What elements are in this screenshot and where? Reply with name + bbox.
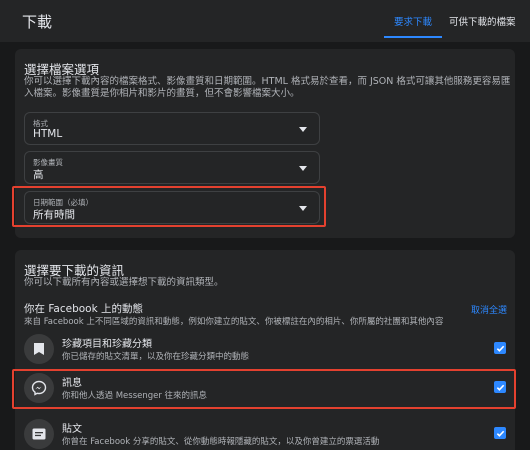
deselect-all-link[interactable]: 取消全選 [471,303,507,316]
list-item-saved-items[interactable]: 珍藏項目和珍藏分類 你已儲存的貼文清單，以及你在珍藏分類中的動態 [15,331,515,369]
info-selection-description: 你可以下載所有內容或選擇想下載的資訊類型。 [24,277,224,288]
date-range-highlight [12,186,326,227]
format-select[interactable]: 格式 HTML [24,112,320,145]
caret-down-icon [299,166,307,171]
top-bar: 下載 要求下載 可供下載的檔案 [0,0,530,42]
saved-items-checkbox[interactable] [494,342,506,354]
bookmark-icon [24,334,54,364]
quality-value: 高 [33,169,44,181]
tab-request-download[interactable]: 要求下載 [384,14,442,28]
messages-row-highlight [12,369,516,409]
list-item-posts[interactable]: 貼文 你曾在 Facebook 分享的貼文、從你動態時報隱藏的貼文，以及你曾建立… [15,416,515,450]
activity-section-description: 來自 Facebook 上不同區域的資訊和動態，例如你建立的貼文、你被標註在內的… [24,317,444,327]
quality-select[interactable]: 影像畫質 高 [24,151,320,184]
format-value: HTML [33,128,63,140]
list-item-title: 貼文 [62,424,82,435]
file-options-description-line-1: 你可以選擇下載內容的檔案格式、影像畫質和日期範圍。HTML 格式易於查看，而 J… [24,76,511,87]
list-item-title: 珍藏項目和珍藏分類 [62,339,152,350]
tab-available-files[interactable]: 可供下載的檔案 [449,14,516,28]
activity-section-title: 你在 Facebook 上的動態 [24,303,144,315]
info-selection-card: 選擇要下載的資訊 你可以下載所有內容或選擇想下載的資訊類型。 你在 Facebo… [15,250,515,450]
caret-down-icon [299,127,307,132]
page-title: 下載 [22,13,53,31]
file-options-description-line-2: 入檔案。影像畫質是你相片和影片的畫質，但不會影響檔案大小。 [24,88,300,99]
post-icon [24,419,54,449]
posts-checkbox[interactable] [494,427,506,439]
active-tab-indicator [384,36,442,38]
list-item-description: 你已儲存的貼文清單，以及你在珍藏分類中的動態 [62,352,250,362]
list-item-description: 你曾在 Facebook 分享的貼文、從你動態時報隱藏的貼文，以及你曾建立的票選… [62,437,380,447]
